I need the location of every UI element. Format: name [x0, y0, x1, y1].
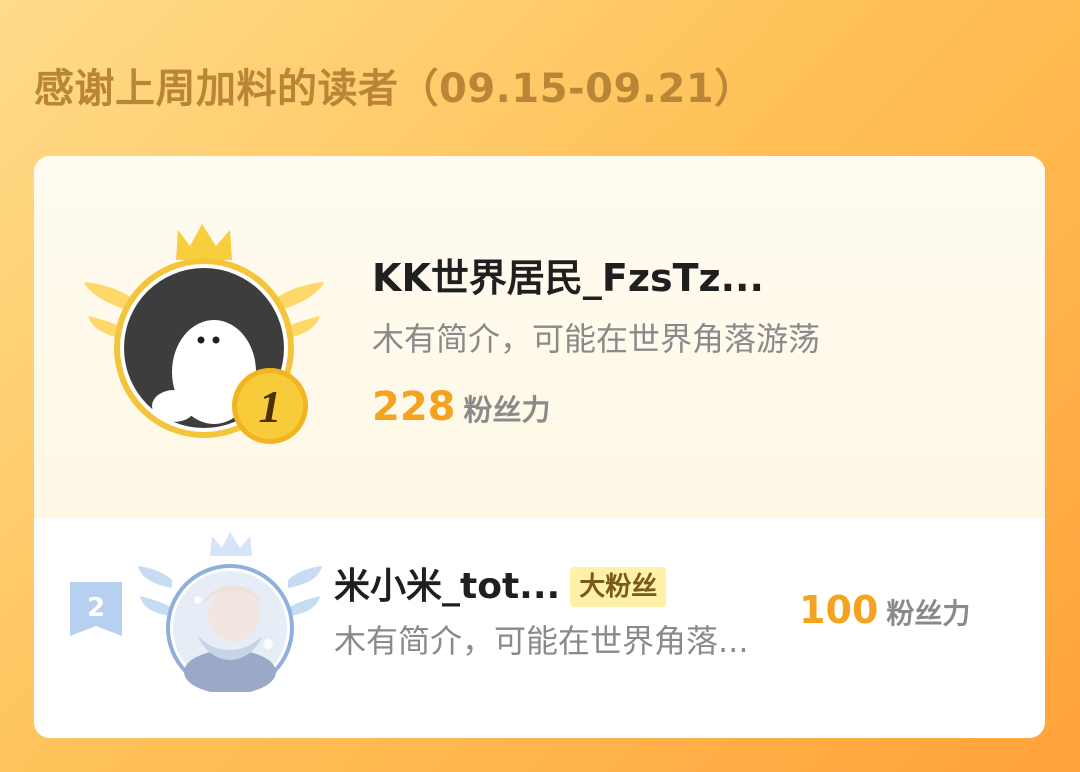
reader-name-row: 米小米_tot... 大粉丝	[334, 562, 667, 612]
score-unit: 粉丝力	[463, 393, 551, 427]
reader-name[interactable]: 米小米_tot...	[334, 562, 560, 612]
rank-2-number: 2	[87, 593, 105, 623]
fan-power-score: 100 粉丝力	[799, 588, 970, 632]
fan-power-score: 228 粉丝力	[372, 384, 551, 430]
gold-crown-wing-badge-icon[interactable]: 1	[82, 220, 326, 450]
big-fan-tag: 大粉丝	[570, 567, 667, 607]
reader-bio: 木有简介，可能在世界角落...	[334, 622, 749, 660]
score-value: 100	[799, 588, 879, 632]
rank-2-entry[interactable]: 2 米小米_tot... 大粉丝 木有简介，可能在世界角落... 100 粉丝力	[34, 518, 1045, 738]
reader-name[interactable]: KK世界居民_FzsTz...	[372, 252, 764, 304]
silver-crown-wing-badge-icon[interactable]	[138, 532, 322, 694]
score-unit: 粉丝力	[886, 597, 971, 630]
rank-2-ribbon-icon: 2	[70, 576, 122, 636]
rank-1-number: 1	[259, 381, 282, 432]
rank-1-entry[interactable]: 1 KK世界居民_FzsTz... 木有简介，可能在世界角落游荡 228 粉丝力	[34, 156, 1045, 518]
page-title: 感谢上周加料的读者（09.15-09.21）	[34, 66, 755, 112]
reader-bio: 木有简介，可能在世界角落游荡	[372, 320, 821, 358]
score-value: 228	[372, 384, 456, 430]
leaderboard-card: 1 KK世界居民_FzsTz... 木有简介，可能在世界角落游荡 228 粉丝力 …	[34, 156, 1045, 738]
